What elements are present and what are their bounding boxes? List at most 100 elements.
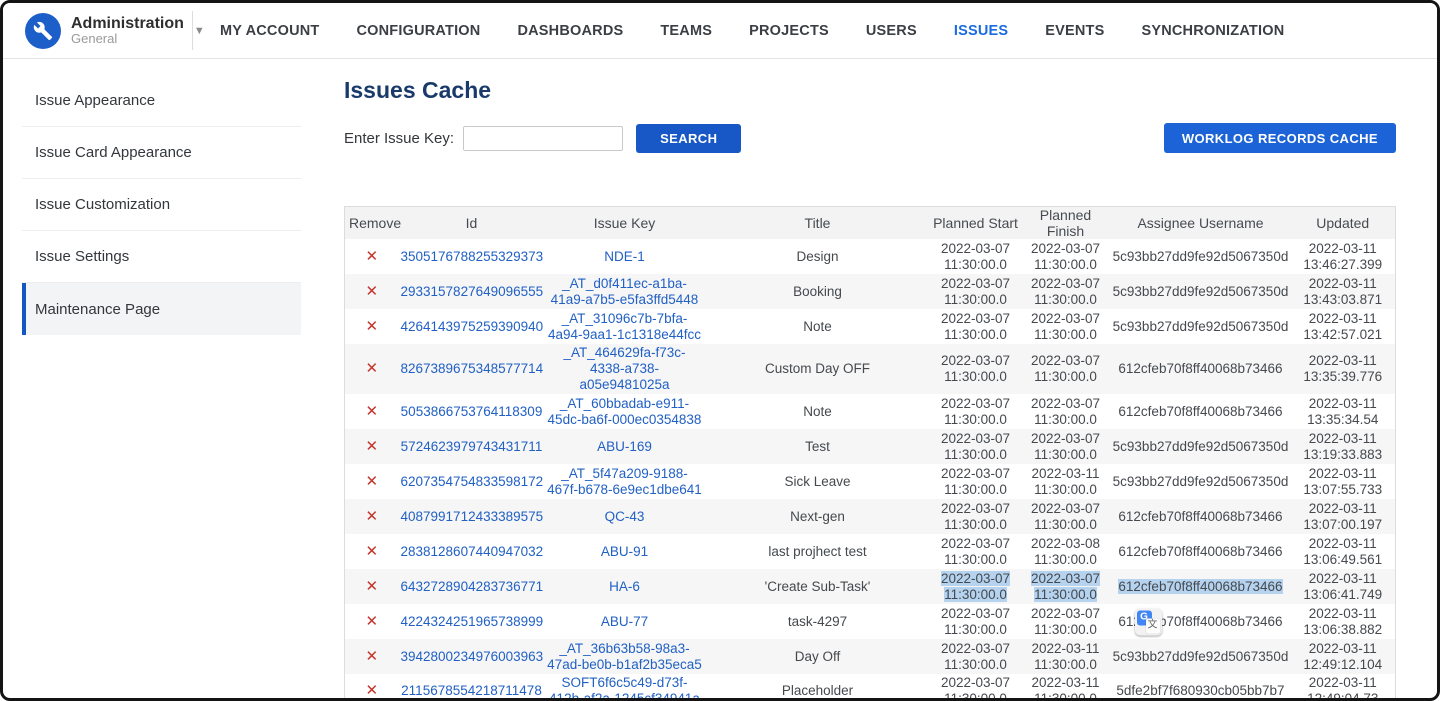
sidebar-item-maintenance-page[interactable]: Maintenance Page <box>22 283 301 335</box>
nav-item-projects[interactable]: PROJECTS <box>749 23 829 39</box>
remove-cell: ✕ <box>345 464 399 499</box>
issue-key-link[interactable]: ABU-169 <box>597 439 652 454</box>
issue-key-link[interactable]: _AT_d0f411ec-a1ba-41a9-a7b5-e5fa3ffd5448 <box>551 276 699 307</box>
table-row: ✕ 6207354754833598172_AT_5f47a209-9188-46… <box>345 464 1396 499</box>
issue-key-link[interactable]: NDE-1 <box>604 249 645 264</box>
remove-icon[interactable]: ✕ <box>365 318 378 335</box>
issue-id-link[interactable]: 2933157827649096555 <box>401 284 544 299</box>
google-translate-icon[interactable]: G文 <box>1135 608 1162 635</box>
remove-cell: ✕ <box>345 344 399 394</box>
id-cell: 5053866753764118309 <box>399 394 545 429</box>
updated-cell: 2022-03-11 13:07:00.197 <box>1291 499 1396 534</box>
selected-text: 2022-03-07 11:30:00.0 <box>1031 571 1100 602</box>
sidebar-item-issue-customization[interactable]: Issue Customization <box>22 179 301 231</box>
updated-cell: 2022-03-11 13:43:03.871 <box>1291 274 1396 309</box>
issue-id-link[interactable]: 6432728904283736771 <box>401 579 544 594</box>
app-window: Administration General ▼ MY ACCOUNT CONFI… <box>0 0 1440 701</box>
nav-item-synchronization[interactable]: SYNCHRONIZATION <box>1141 23 1284 39</box>
assignee-cell: 5c93bb27dd9fe92d5067350d <box>1111 639 1291 674</box>
table-row: ✕ 2838128607440947032 ABU-91 last projhect … <box>345 534 1396 569</box>
issue-key-cell: _AT_31096c7b-7bfa-4a94-9aa1-1c1318e44fcc <box>545 309 705 344</box>
title-cell: 'Create Sub-Task' <box>705 569 931 604</box>
assignee-cell: 612cfeb70f8ff40068b73466 <box>1111 394 1291 429</box>
remove-icon[interactable]: ✕ <box>365 248 378 265</box>
table-row: ✕ 2115678554218711478 SOFT6f6c5c49-d73f-41… <box>345 674 1396 701</box>
remove-icon[interactable]: ✕ <box>365 438 378 455</box>
app-title: Administration <box>71 15 184 33</box>
issue-id-link[interactable]: 4264143975259390940 <box>401 319 544 334</box>
nav-item-my-account[interactable]: MY ACCOUNT <box>220 23 319 39</box>
issue-id-link[interactable]: 5724623979743431711 <box>401 439 543 454</box>
issue-id-link[interactable]: 5053866753764118309 <box>401 404 543 419</box>
issue-key-input[interactable] <box>463 126 623 151</box>
remove-icon[interactable]: ✕ <box>365 283 378 300</box>
remove-icon[interactable]: ✕ <box>365 578 378 595</box>
planned-start-cell: 2022-03-07 11:30:00.0 <box>931 534 1021 569</box>
remove-icon[interactable]: ✕ <box>365 403 378 420</box>
issue-key-link[interactable]: ABU-77 <box>601 614 648 629</box>
remove-cell: ✕ <box>345 239 399 274</box>
remove-icon[interactable]: ✕ <box>365 360 378 377</box>
nav-item-issues[interactable]: ISSUES <box>954 23 1008 39</box>
updated-cell: 2022-03-11 13:06:38.882 <box>1291 604 1396 639</box>
issue-id-link[interactable]: 2115678554218711478 <box>401 683 542 698</box>
selected-text: 612cfeb70f8ff40068b73466 <box>1118 579 1282 594</box>
column-header-updated: Updated <box>1291 207 1396 240</box>
nav-item-users[interactable]: USERS <box>866 23 917 39</box>
issue-key-link[interactable]: SOFT6f6c5c49-d73f-412b-af2a-1245cf34941a <box>549 675 700 701</box>
sidebar-item-issue-card-appearance[interactable]: Issue Card Appearance <box>22 127 301 179</box>
assignee-cell: 5dfe2bf7f680930cb05bb7b7 <box>1111 674 1291 701</box>
top-nav: MY ACCOUNT CONFIGURATION DASHBOARDS TEAMS PR… <box>193 23 1284 39</box>
remove-icon[interactable]: ✕ <box>365 543 378 560</box>
issue-key-link[interactable]: QC-43 <box>605 509 645 524</box>
nav-item-teams[interactable]: TEAMS <box>660 23 712 39</box>
issue-id-link[interactable]: 6207354754833598172 <box>401 474 544 489</box>
issue-id-link[interactable]: 4224324251965738999 <box>401 614 544 629</box>
updated-cell: 2022-03-11 12:49:04.73 <box>1291 674 1396 701</box>
remove-icon[interactable]: ✕ <box>365 648 378 665</box>
issue-key-link[interactable]: ABU-91 <box>601 544 648 559</box>
remove-icon[interactable]: ✕ <box>365 508 378 525</box>
id-cell: 4087991712433389575 <box>399 499 545 534</box>
title-cell: Sick Leave <box>705 464 931 499</box>
chevron-down-icon[interactable]: ▼ <box>194 25 205 37</box>
issue-key-link[interactable]: _AT_31096c7b-7bfa-4a94-9aa1-1c1318e44fcc <box>548 311 701 342</box>
nav-item-dashboards[interactable]: DASHBOARDS <box>517 23 623 39</box>
title-cell: last projhect test <box>705 534 931 569</box>
issue-key-link[interactable]: _AT_5f47a209-9188-467f-b678-6e9ec1dbe641 <box>547 466 702 497</box>
issue-key-link[interactable]: _AT_464629fa-f73c-4338-a738-a05e9481025a <box>563 345 685 392</box>
issue-key-link[interactable]: _AT_36b63b58-98a3-47ad-be0b-b1af2b35eca5 <box>547 641 702 672</box>
column-header-id: Id <box>399 207 545 240</box>
assignee-cell: 5c93bb27dd9fe92d5067350d <box>1111 239 1291 274</box>
remove-icon[interactable]: ✕ <box>365 682 378 699</box>
remove-icon[interactable]: ✕ <box>365 613 378 630</box>
remove-icon[interactable]: ✕ <box>365 473 378 490</box>
issue-id-link[interactable]: 8267389675348577714 <box>401 361 544 376</box>
planned-start-cell: 2022-03-07 11:30:00.0 <box>931 464 1021 499</box>
id-cell: 3505176788255329373 <box>399 239 545 274</box>
title-cell: Design <box>705 239 931 274</box>
selected-text: 2022-03-07 11:30:00.0 <box>941 571 1010 602</box>
issue-id-link[interactable]: 2838128607440947032 <box>401 544 544 559</box>
sidebar-item-issue-settings[interactable]: Issue Settings <box>22 231 301 283</box>
worklog-records-cache-button[interactable]: WORKLOG RECORDS CACHE <box>1164 123 1396 153</box>
planned-start-cell: 2022-03-07 11:30:00.0 <box>931 394 1021 429</box>
nav-item-configuration[interactable]: CONFIGURATION <box>356 23 480 39</box>
title-cell: Placeholder <box>705 674 931 701</box>
sidebar-item-issue-appearance[interactable]: Issue Appearance <box>22 75 301 127</box>
planned-finish-cell: 2022-03-07 11:30:00.0 <box>1021 274 1111 309</box>
assignee-cell: 5c93bb27dd9fe92d5067350d <box>1111 274 1291 309</box>
assignee-cell: 612cfeb70f8ff40068b73466 <box>1111 569 1291 604</box>
issue-key-link[interactable]: _AT_60bbadab-e911-45dc-ba6f-000ec0354838 <box>548 396 702 427</box>
issue-key-label: Enter Issue Key: <box>344 130 454 147</box>
search-button[interactable]: SEARCH <box>636 124 741 153</box>
issue-id-link[interactable]: 3942800234976003963 <box>401 649 544 664</box>
title-cell: Note <box>705 394 931 429</box>
app-brand[interactable]: Administration General ▼ <box>3 3 193 58</box>
top-bar: Administration General ▼ MY ACCOUNT CONFI… <box>3 3 1437 59</box>
issue-key-link[interactable]: HA-6 <box>609 579 640 594</box>
issue-id-link[interactable]: 4087991712433389575 <box>401 509 544 524</box>
planned-start-cell: 2022-03-07 11:30:00.0 <box>931 569 1021 604</box>
issue-id-link[interactable]: 3505176788255329373 <box>401 249 544 264</box>
nav-item-events[interactable]: EVENTS <box>1045 23 1104 39</box>
